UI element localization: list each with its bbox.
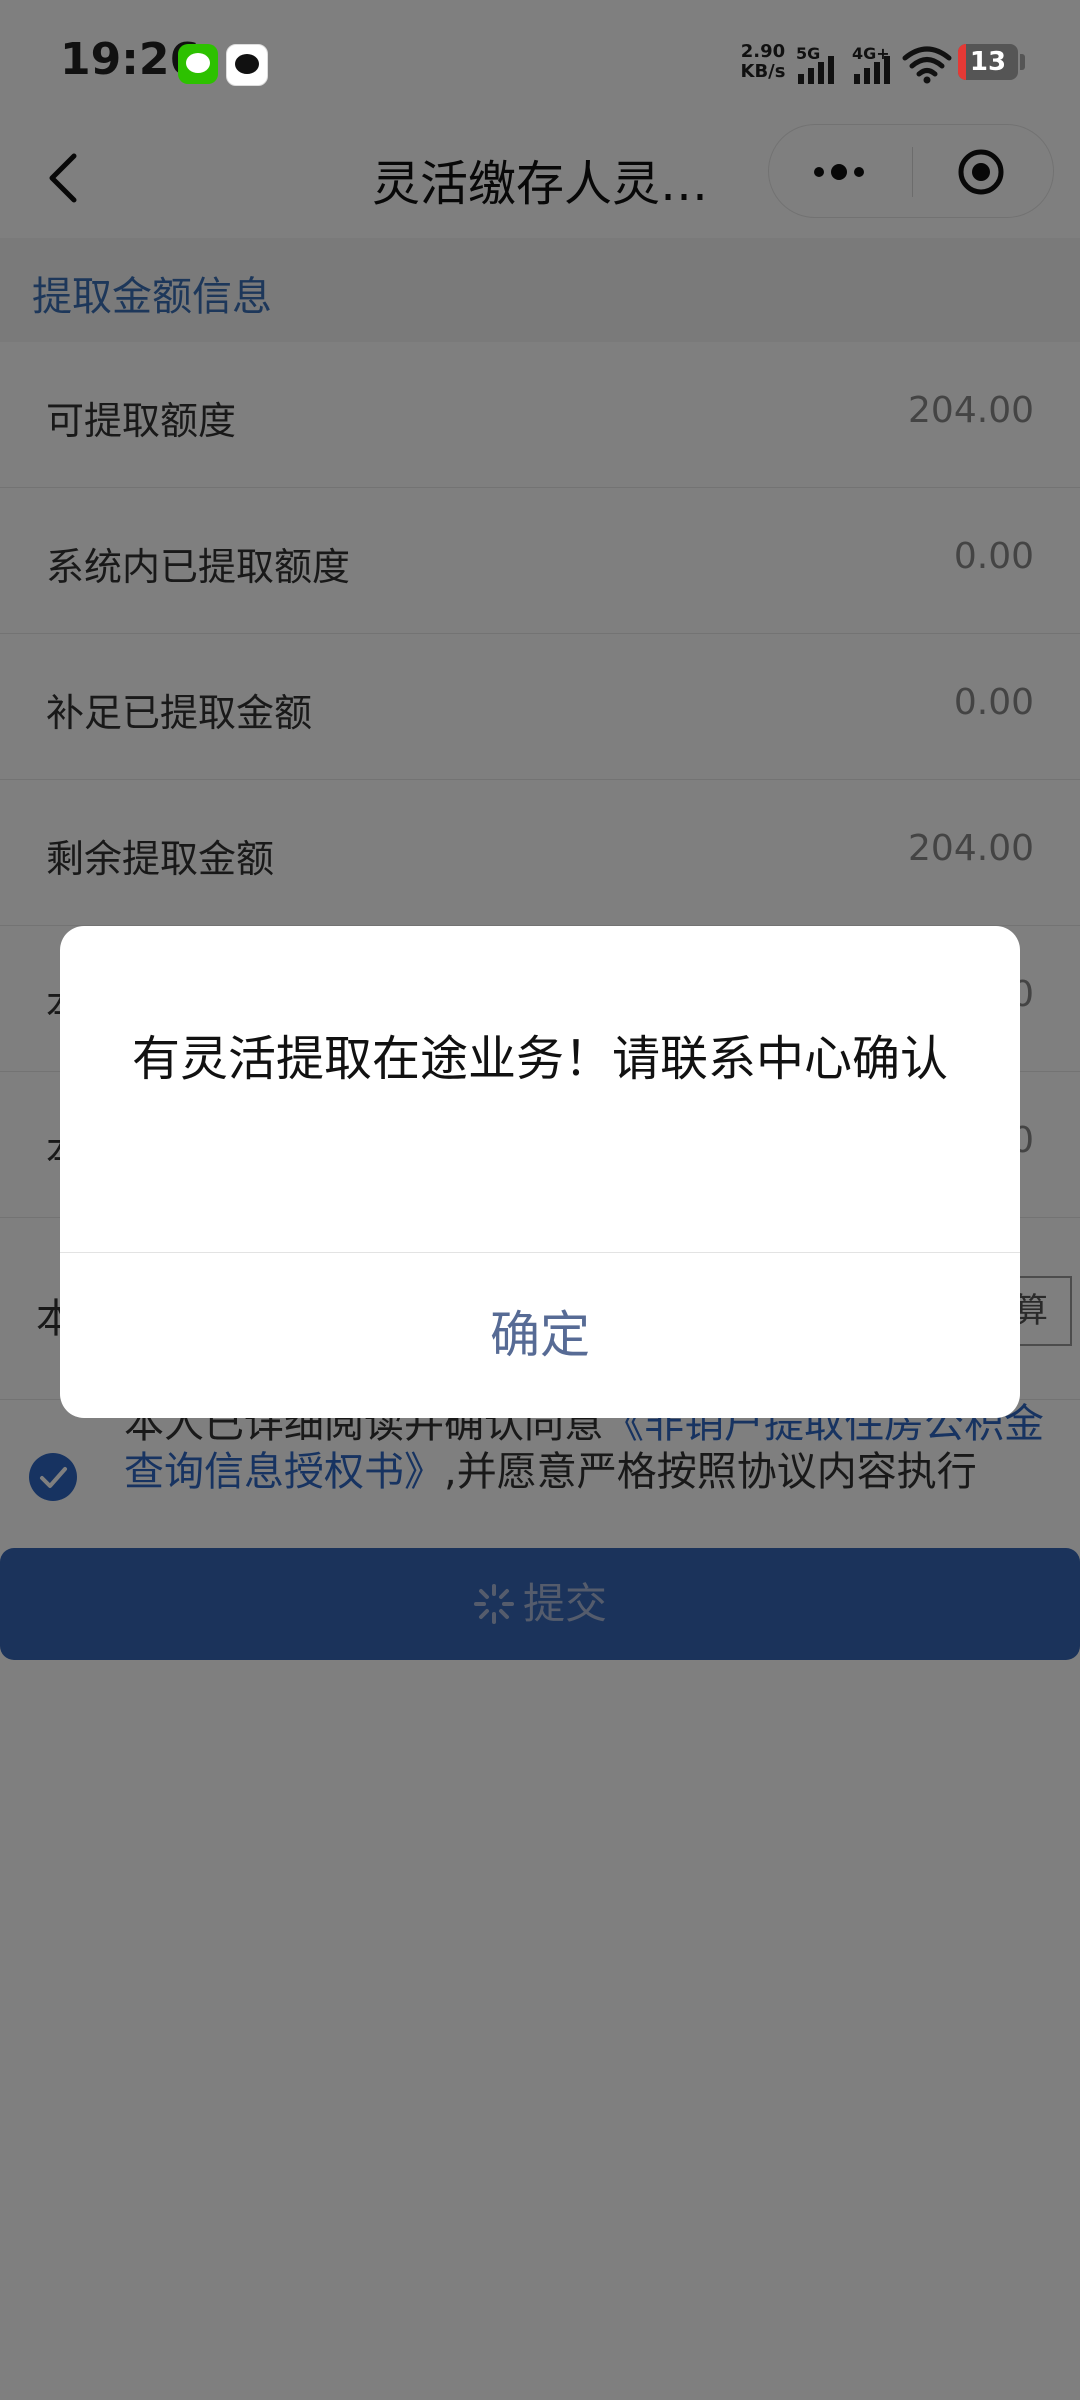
status-bar: 19:26 2.90 KB/s 5G 4G+ 13 [0, 0, 1080, 120]
network-speed-value: 2.90 [740, 41, 786, 62]
battery-level-text: 13 [969, 47, 1007, 77]
wechat-notification-icon [178, 44, 218, 84]
signal-5g-icon: 5G [796, 44, 846, 84]
signal-4g-icon: 4G+ [852, 44, 902, 84]
dialog-message: 有灵活提取在途业务！请联系中心确认 [131, 1031, 948, 1087]
battery-tip [1020, 54, 1025, 70]
network-speed: 2.90 KB/s [736, 42, 790, 82]
qq-notification-icon [226, 44, 268, 86]
alert-dialog: 有灵活提取在途业务！请联系中心确认 确定 [60, 926, 1020, 1418]
network-speed-unit: KB/s [740, 61, 786, 82]
battery-icon: 13 [958, 44, 1018, 80]
wifi-icon [902, 46, 952, 84]
dialog-confirm-button[interactable]: 确定 [60, 1253, 1020, 1418]
